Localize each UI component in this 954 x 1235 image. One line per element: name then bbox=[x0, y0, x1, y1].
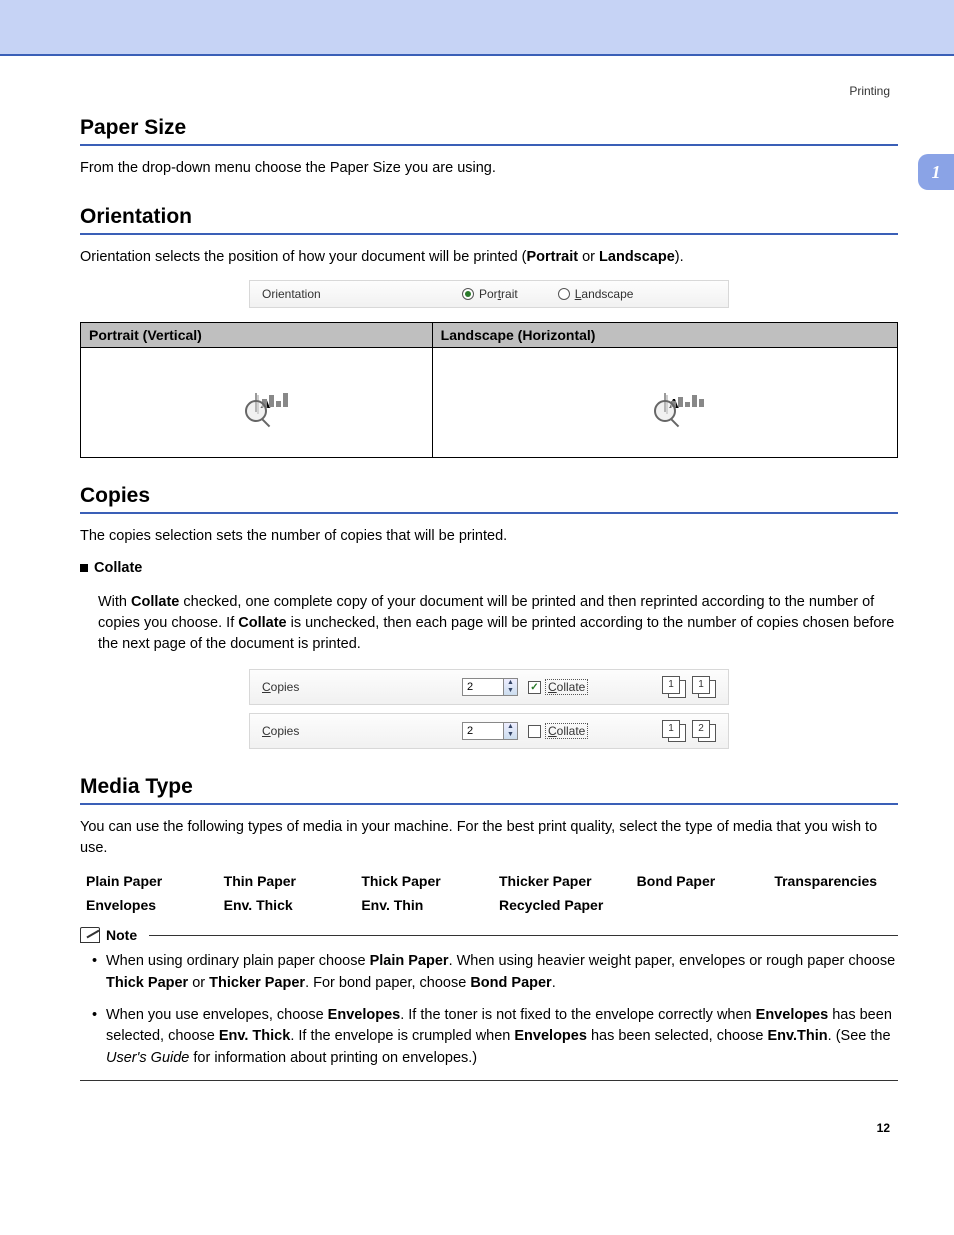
heading-media-type: Media Type bbox=[80, 775, 898, 805]
collate-order-icon-uncollated: 11 22 bbox=[662, 720, 716, 742]
orientation-body-pre: Orientation selects the position of how … bbox=[80, 249, 527, 265]
orientation-body-post: ). bbox=[675, 249, 684, 265]
radio-portrait-label: Portrait bbox=[479, 287, 518, 301]
landscape-preview-icon: A bbox=[664, 394, 666, 412]
spinner-down-icon[interactable]: ▼ bbox=[504, 731, 517, 739]
note-item: When using ordinary plain paper choose P… bbox=[92, 951, 898, 995]
media-type-grid: Plain Paper Thin Paper Thick Paper Thick… bbox=[86, 873, 892, 913]
note-icon bbox=[80, 927, 100, 943]
note-block: Note When using ordinary plain paper cho… bbox=[80, 927, 898, 1081]
media-type-item: Env. Thin bbox=[361, 897, 479, 913]
media-type-item: Thicker Paper bbox=[499, 873, 617, 889]
collate-checkbox-unchecked[interactable]: Collate bbox=[528, 723, 588, 739]
collate-checkbox-label-1: Collate bbox=[545, 679, 588, 695]
th-landscape: Landscape (Horizontal) bbox=[432, 323, 897, 348]
paper-size-body: From the drop-down menu choose the Paper… bbox=[80, 158, 898, 179]
orientation-body: Orientation selects the position of how … bbox=[80, 247, 898, 268]
collate-order-icon-collated: 21 21 bbox=[662, 676, 716, 698]
copies-input-2[interactable] bbox=[463, 723, 503, 739]
radio-landscape-label: Landscape bbox=[575, 287, 634, 301]
copies-input-1[interactable] bbox=[463, 679, 503, 695]
media-body: You can use the following types of media… bbox=[80, 817, 898, 859]
page-number: 12 bbox=[80, 1121, 898, 1135]
note-list: When using ordinary plain paper choose P… bbox=[92, 951, 898, 1070]
spinner-up-icon[interactable]: ▲ bbox=[504, 679, 517, 687]
orientation-bold-landscape: Landscape bbox=[599, 249, 675, 265]
media-type-item: Recycled Paper bbox=[499, 897, 617, 913]
radio-landscape[interactable]: Landscape bbox=[558, 287, 634, 301]
note-footer-rule bbox=[80, 1080, 898, 1081]
breadcrumb: Printing bbox=[80, 84, 898, 98]
orientation-body-mid: or bbox=[578, 249, 599, 265]
media-type-item: Transparencies bbox=[774, 873, 892, 889]
note-label: Note bbox=[106, 927, 137, 943]
collate-checkbox-label-2: Collate bbox=[545, 723, 588, 739]
copies-panel-uncollated: Copies ▲▼ Collate 11 22 bbox=[249, 713, 729, 749]
media-type-item: Thick Paper bbox=[361, 873, 479, 889]
checkbox-unchecked-icon bbox=[528, 725, 541, 738]
media-type-item: Envelopes bbox=[86, 897, 204, 913]
collate-body: With Collate checked, one complete copy … bbox=[98, 592, 898, 655]
spinner-down-icon[interactable]: ▼ bbox=[504, 687, 517, 695]
note-rule bbox=[149, 935, 898, 936]
th-portrait: Portrait (Vertical) bbox=[81, 323, 433, 348]
copies-spinner-2[interactable]: ▲▼ bbox=[462, 722, 518, 740]
cell-portrait-preview: A bbox=[81, 348, 433, 458]
copies-panel-label-2: Copies bbox=[262, 724, 462, 738]
spinner-up-icon[interactable]: ▲ bbox=[504, 723, 517, 731]
orientation-bold-portrait: Portrait bbox=[527, 249, 579, 265]
radio-unchecked-icon bbox=[558, 288, 570, 300]
heading-copies: Copies bbox=[80, 484, 898, 514]
media-type-item: Bond Paper bbox=[637, 873, 755, 889]
collate-label: Collate bbox=[94, 560, 142, 576]
orientation-panel-label: Orientation bbox=[262, 287, 462, 301]
square-bullet-icon bbox=[80, 564, 88, 572]
heading-paper-size: Paper Size bbox=[80, 116, 898, 146]
note-item: When you use envelopes, choose Envelopes… bbox=[92, 1005, 898, 1070]
copies-body: The copies selection sets the number of … bbox=[80, 526, 898, 547]
cell-landscape-preview: A bbox=[432, 348, 897, 458]
chapter-tab: 1 bbox=[918, 154, 954, 190]
portrait-preview-icon: A bbox=[255, 394, 257, 412]
collate-sub-heading: Collate bbox=[80, 559, 898, 577]
media-type-item: Plain Paper bbox=[86, 873, 204, 889]
orientation-table: Portrait (Vertical) Landscape (Horizonta… bbox=[80, 322, 898, 458]
radio-checked-icon bbox=[462, 288, 474, 300]
media-type-item: Env. Thick bbox=[224, 897, 342, 913]
media-type-item: Thin Paper bbox=[224, 873, 342, 889]
copies-panel-label-1: Copies bbox=[262, 680, 462, 694]
radio-portrait[interactable]: Portrait bbox=[462, 287, 518, 301]
collate-checkbox-checked[interactable]: ✓ Collate bbox=[528, 679, 588, 695]
copies-spinner-1[interactable]: ▲▼ bbox=[462, 678, 518, 696]
checkbox-checked-icon: ✓ bbox=[528, 681, 541, 694]
header-band bbox=[0, 0, 954, 54]
orientation-dialog-panel: Orientation Portrait Landscape bbox=[249, 280, 729, 308]
copies-panel-collated: Copies ▲▼ ✓ Collate 21 21 bbox=[249, 669, 729, 705]
heading-orientation: Orientation bbox=[80, 205, 898, 235]
